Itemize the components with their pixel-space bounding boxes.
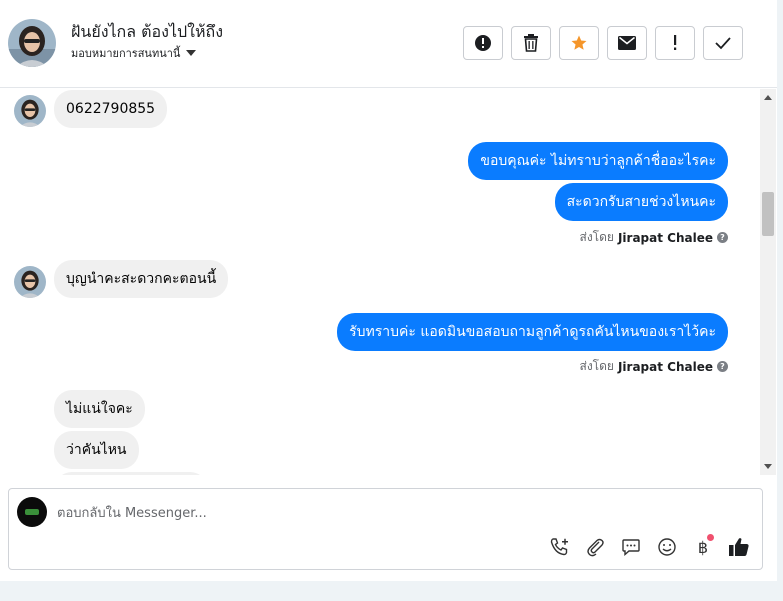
like-button[interactable] — [728, 536, 750, 558]
call-button[interactable] — [548, 536, 570, 558]
delete-button[interactable] — [511, 26, 551, 60]
message-bubble[interactable]: รับทราบค่ะ แอดมินขอสอบถามลูกค้าดูรถคันไห… — [337, 313, 728, 351]
help-icon[interactable]: ? — [717, 361, 728, 372]
alert-circle-icon — [475, 35, 491, 51]
message-incoming: ว่าคันไหน — [54, 431, 139, 469]
message-incoming: 0622790855 — [54, 90, 168, 128]
assign-conversation-dropdown[interactable]: มอบหมายการสนทนานี้ — [71, 44, 197, 62]
message-bubble[interactable]: ไม่แน่ใจคะ — [54, 390, 145, 428]
message-scrollbar[interactable] — [760, 89, 776, 475]
composer-tools: ฿ — [548, 534, 750, 558]
check-icon — [715, 37, 731, 50]
spam-button[interactable] — [463, 26, 503, 60]
reply-input[interactable] — [57, 503, 657, 523]
scroll-up-arrow-icon[interactable] — [764, 95, 772, 100]
star-button[interactable] — [559, 26, 599, 60]
notification-dot — [707, 534, 714, 541]
phone-plus-icon — [550, 538, 568, 556]
saved-replies-button[interactable] — [620, 536, 642, 558]
message-bubble[interactable]: บุญนำคะสะดวกคะตอนนี้ — [54, 260, 229, 298]
assign-label: มอบหมายการสนทนานี้ — [71, 47, 181, 60]
sent-by-name: Jirapat Chalee — [617, 230, 713, 245]
message-list: 0622790855 ขอบคุณค่ะ ไม่ทราบว่าลูกค้าชื่… — [0, 89, 760, 475]
paperclip-icon — [587, 538, 604, 557]
mark-done-button[interactable] — [703, 26, 743, 60]
contact-avatar-small — [14, 95, 46, 127]
contact-avatar[interactable] — [8, 19, 56, 67]
mark-unread-button[interactable] — [607, 26, 647, 60]
smiley-icon — [658, 538, 676, 556]
message-outgoing: สะดวกรับสายช่วงไหนคะ — [554, 183, 728, 221]
thumbs-up-icon — [729, 538, 749, 556]
scroll-down-arrow-icon[interactable] — [764, 464, 772, 469]
contact-name: ฝันยังไกล ต้องไปให้ถึง — [71, 22, 223, 41]
help-icon[interactable]: ? — [717, 232, 728, 243]
contact-avatar-small — [14, 266, 46, 298]
page-avatar — [17, 497, 47, 527]
message-incoming: ไม่แน่ใจคะ — [54, 390, 145, 428]
message-incoming-partial — [54, 472, 208, 475]
sent-by-label: ส่งโดย Jirapat Chalee ? — [579, 228, 728, 247]
sent-by-name: Jirapat Chalee — [617, 359, 713, 374]
sent-by-prefix: ส่งโดย — [579, 230, 614, 244]
trash-icon — [524, 34, 538, 52]
conversation-header: ฝันยังไกล ต้องไปให้ถึง มอบหมายการสนทนานี… — [0, 0, 777, 88]
scrollbar-thumb[interactable] — [762, 192, 774, 236]
header-actions — [463, 26, 743, 60]
message-bubble[interactable]: ว่าคันไหน — [54, 431, 139, 469]
chat-bubble-icon — [622, 539, 640, 557]
sent-by-label: ส่งโดย Jirapat Chalee ? — [579, 357, 728, 376]
conversation-panel: ฝันยังไกล ต้องไปให้ถึง มอบหมายการสนทนานี… — [0, 0, 777, 581]
baht-icon: ฿ — [697, 537, 709, 557]
sent-by-prefix: ส่งโดย — [579, 359, 614, 373]
message-bubble[interactable]: 0622790855 — [54, 90, 168, 128]
message-outgoing: ขอบคุณค่ะ ไม่ทราบว่าลูกค้าชื่ออะไรคะ — [468, 142, 728, 180]
emoji-button[interactable] — [656, 536, 678, 558]
message-bubble[interactable]: ขอบคุณค่ะ ไม่ทราบว่าลูกค้าชื่ออะไรคะ — [468, 142, 728, 180]
caret-down-icon — [186, 50, 197, 56]
follow-up-button[interactable] — [655, 26, 695, 60]
attach-button[interactable] — [584, 536, 606, 558]
message-bubble[interactable]: สะดวกรับสายช่วงไหนคะ — [554, 183, 728, 221]
exclamation-icon — [674, 35, 677, 50]
message-incoming: บุญนำคะสะดวกคะตอนนี้ — [54, 260, 229, 298]
page-logo-icon — [25, 509, 39, 515]
star-icon — [571, 35, 587, 50]
envelope-icon — [618, 36, 636, 50]
message-bubble[interactable] — [54, 472, 208, 475]
message-outgoing: รับทราบค่ะ แอดมินขอสอบถามลูกค้าดูรถคันไห… — [337, 313, 728, 351]
reply-composer: ฿ — [8, 488, 763, 570]
payment-button[interactable]: ฿ — [692, 534, 714, 558]
